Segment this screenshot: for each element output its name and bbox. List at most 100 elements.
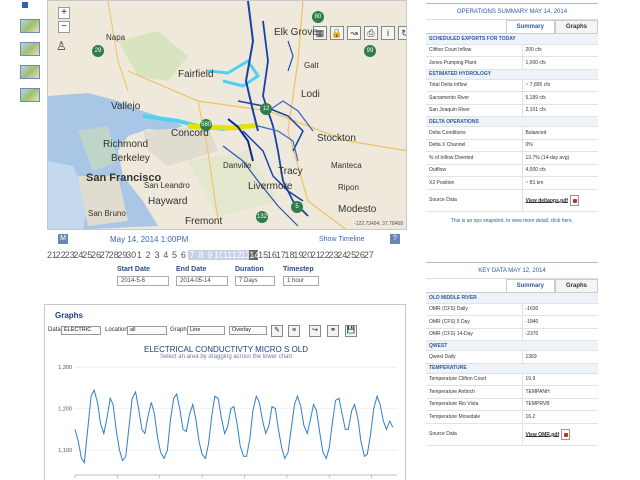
timeline-day[interactable]: 24 (337, 250, 347, 260)
timeline-day[interactable]: 16 (267, 250, 277, 260)
ops-pdf-link[interactable]: View deltaops.pdf (526, 197, 568, 203)
ops-summary-panel: OPERATIONS SUMMARY MAY 14, 2014 Summary … (426, 3, 598, 229)
ops-source-label: Source Data (426, 189, 523, 212)
timeline-day[interactable]: 26 (91, 250, 101, 260)
timeline-day[interactable]: 22 (56, 250, 66, 260)
timeline-day[interactable]: 17 (276, 250, 286, 260)
print-tool-icon[interactable]: ⎙ (364, 26, 378, 40)
timeline-day[interactable]: 21 (311, 250, 321, 260)
timeline-day[interactable]: 7 (187, 250, 197, 260)
timeline-day[interactable]: 22 (320, 250, 330, 260)
map-toolbar: ▦ 🔒 ↝ ⎙ i ↻ (313, 26, 406, 40)
pegman-icon[interactable]: ♙ (56, 39, 67, 53)
info-tool-icon[interactable]: i (381, 26, 395, 40)
app-root: + − ♙ ▦ 🔒 ↝ ⎙ i ↻ Elk Grove Fairfield Na… (0, 0, 640, 480)
key-tab-summary[interactable]: Summary (505, 279, 555, 292)
timeline-day[interactable]: 23 (329, 250, 339, 260)
map-label-ripon: Ripon (338, 183, 359, 192)
timeline-day[interactable]: 15 (258, 250, 268, 260)
measure-tool-icon[interactable]: ↝ (347, 26, 361, 40)
timeline-day[interactable]: 10 (214, 250, 224, 260)
timeline-current-date: May 14, 2014 1:00PM (110, 235, 189, 244)
timeline-day[interactable]: 30 (126, 250, 136, 260)
timeline-day[interactable]: 4 (161, 250, 170, 260)
timeline-day[interactable]: 27 (364, 250, 374, 260)
conductivity-chart[interactable]: 1,3001,2001,1007. May8. May9. May10. May… (45, 305, 407, 480)
timeline-day[interactable]: 20 (302, 250, 312, 260)
ops-row: Jones Pumping Plant 1,000 cfs (426, 56, 598, 70)
key-tab-graphs[interactable]: Graphs (554, 279, 598, 292)
timeline-day[interactable]: 9 (205, 250, 215, 260)
map-thumbnail-1[interactable] (20, 19, 40, 33)
timeline-day[interactable]: 6 (179, 250, 188, 260)
highway-shield-5: 5 (291, 201, 303, 213)
key-row: Temperature Clifton Court 19.9 (426, 373, 598, 386)
timeline-day[interactable]: 25 (82, 250, 92, 260)
ops-row-value: ~ 81 km (522, 176, 598, 190)
timeline-day[interactable]: 23 (65, 250, 75, 260)
key-section-heading: QWEST (426, 340, 598, 351)
key-row-value: 19.9 (522, 373, 598, 386)
timeline-day[interactable]: 12 (231, 250, 242, 260)
map-label-livermore: Livermore (248, 181, 293, 192)
key-pdf-link[interactable]: View OMR.pdf (526, 431, 560, 437)
key-row-value: TEMPRVB (522, 398, 598, 411)
refresh-tool-icon[interactable]: ↻ (398, 26, 406, 40)
timeline-day[interactable]: 25 (346, 250, 356, 260)
ops-row-value: 5,189 cfs (522, 91, 598, 105)
timeline-day[interactable]: 29 (117, 250, 127, 260)
timeline-day[interactable]: 27 (100, 250, 110, 260)
start-date-label: Start Date (117, 266, 151, 273)
zoom-out-button[interactable]: − (58, 21, 70, 33)
timeline-day[interactable]: 18 (285, 250, 295, 260)
chart-series-line (74, 388, 394, 465)
map-thumbnail-4[interactable] (20, 88, 40, 102)
timeline-day[interactable]: 26 (355, 250, 365, 260)
map-label-san-leandro: San Leandro (144, 181, 190, 190)
key-section-heading: TEMPERATURE (426, 363, 598, 374)
ops-row-label: Sacramento River (426, 91, 523, 105)
highway-shield-132: 132 (256, 211, 268, 223)
timeline-day[interactable]: 13 (240, 250, 251, 260)
thumb-play-icon[interactable] (20, 0, 40, 10)
map-thumbnail-3[interactable] (20, 65, 40, 79)
end-date-input[interactable]: 2014-05-14 (176, 276, 228, 286)
ops-summary-table: SCHEDULED EXPORTS FOR TODAY Clifton Court… (426, 34, 598, 212)
timeline-day[interactable]: 1 (135, 250, 144, 260)
timeline-day[interactable]: 5 (170, 250, 179, 260)
delta-map[interactable]: + − ♙ ▦ 🔒 ↝ ⎙ i ↻ Elk Grove Fairfield Na… (47, 0, 407, 230)
map-label-modesto: Modesto (338, 204, 377, 215)
timeline-day[interactable]: 19 (293, 250, 303, 260)
timeline-day[interactable]: 14 (249, 250, 259, 260)
duration-select[interactable]: 7 Days (235, 276, 275, 286)
timeline-day[interactable]: 3 (153, 250, 162, 260)
map-label-danville: Danville (223, 161, 252, 170)
ops-row-label: Clifton Court Inflow (426, 44, 523, 57)
timeline-day[interactable]: 28 (109, 250, 119, 260)
map-label-richmond: Richmond (103, 139, 149, 150)
timeline-day[interactable]: 24 (73, 250, 83, 260)
timestep-select[interactable]: 1 hour (283, 276, 319, 286)
ops-row-label: Total Delta Inflow (426, 79, 523, 92)
timeline-day[interactable]: 11 (222, 250, 232, 260)
ops-snapshot-note[interactable]: This is an ops snapshot, to view more de… (426, 212, 598, 229)
pdf-icon[interactable] (569, 194, 579, 206)
map-thumbnail-2[interactable] (20, 42, 40, 56)
map-label-manteca: Manteca (331, 161, 362, 170)
key-row-label: Qwest Daily (426, 350, 523, 364)
lock-tool-icon[interactable]: 🔒 (330, 26, 344, 40)
timeline-m-button[interactable]: M (58, 234, 68, 244)
timeline-day[interactable]: 2 (144, 250, 153, 260)
map-label-hayward: Hayward (148, 196, 188, 207)
timeline-help-button[interactable]: ? (390, 234, 400, 244)
timeline-day[interactable]: 8 (196, 250, 206, 260)
ops-tab-graphs[interactable]: Graphs (554, 20, 598, 33)
timeline-day[interactable]: 21 (47, 250, 57, 260)
ops-tab-summary[interactable]: Summary (505, 20, 555, 33)
start-date-input[interactable]: 2014-5-6 (117, 276, 169, 286)
zoom-in-button[interactable]: + (58, 7, 70, 19)
pdf-icon[interactable] (561, 428, 571, 440)
ops-row: Clifton Court Inflow 200 cfs (426, 44, 598, 57)
show-timeline-link[interactable]: Show Timeline (319, 236, 365, 243)
ops-row-label: Delta Conditions (426, 126, 523, 140)
